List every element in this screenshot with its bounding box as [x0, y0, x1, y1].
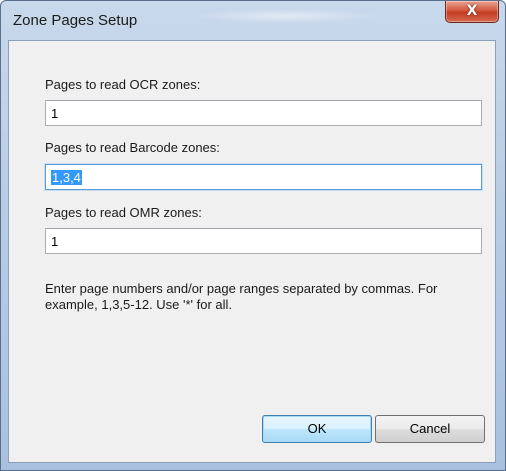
title-bar-glow	[191, 9, 381, 23]
ocr-pages-input[interactable]: 1	[45, 100, 482, 126]
window-title: Zone Pages Setup	[13, 12, 138, 29]
cancel-button[interactable]: Cancel	[375, 415, 485, 443]
close-button[interactable]: X	[445, 1, 499, 23]
barcode-pages-value: 1,3,4	[51, 170, 82, 185]
omr-pages-value: 1	[51, 234, 59, 249]
ocr-pages-label: Pages to read OCR zones:	[45, 77, 201, 92]
title-bar[interactable]: Zone Pages Setup X	[1, 1, 505, 35]
omr-pages-label: Pages to read OMR zones:	[45, 205, 202, 220]
barcode-pages-input[interactable]: 1,3,4	[45, 164, 482, 190]
ok-button[interactable]: OK	[262, 415, 372, 443]
close-icon: X	[466, 3, 478, 19]
barcode-pages-label: Pages to read Barcode zones:	[45, 140, 220, 155]
omr-pages-input[interactable]: 1	[45, 228, 482, 254]
ocr-pages-value: 1	[51, 106, 59, 121]
help-text: Enter page numbers and/or page ranges se…	[45, 281, 438, 312]
